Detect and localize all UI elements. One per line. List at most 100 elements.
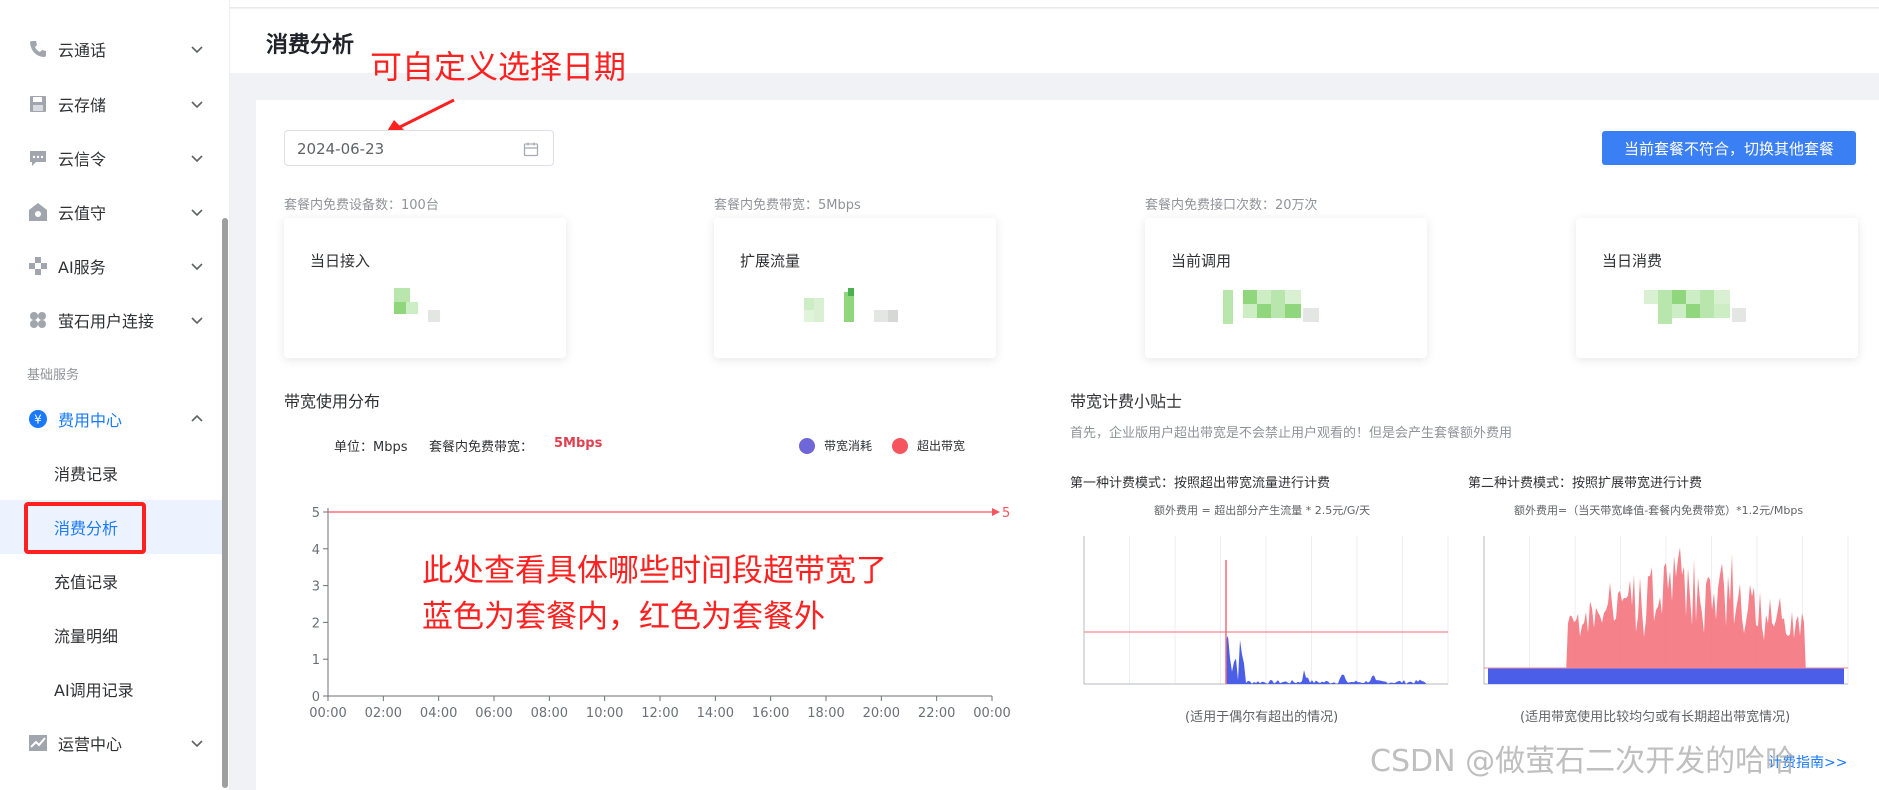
sidebar-item-cloud-signal[interactable]: 云信令 [0, 131, 224, 185]
message-icon [28, 148, 48, 168]
stat-card-current-calls: 当前调用 [1145, 218, 1427, 358]
tips-description: 首先，企业版用户超出带宽是不会禁止用户观看的！但是会产生套餐额外费用 [1070, 426, 1513, 441]
overflow-area [1488, 547, 1844, 684]
sidebar-item-cloud-storage[interactable]: 云存储 [0, 77, 224, 131]
y-tick-label: 5 [312, 506, 320, 521]
x-tick-label: 10:00 [586, 706, 623, 721]
chevron-down-icon [191, 46, 203, 54]
legend-dot [892, 437, 908, 454]
stat-card-title: 当日消费 [1602, 252, 1663, 270]
legend-item-overflow[interactable]: 超出带宽 [892, 437, 965, 454]
stat-card-extended-traffic: 扩展流量 [714, 218, 996, 358]
sidebar-item-label: 云存储 [58, 96, 107, 115]
annotation-line: 此处查看具体哪些时间段超带宽了 [422, 553, 887, 589]
sidebar-item-operations[interactable]: 运营中心 [0, 716, 224, 770]
x-tick-label: 12:00 [641, 706, 678, 721]
sidebar-scrollbar[interactable] [222, 218, 228, 788]
sidebar-subitem-label: 消费记录 [54, 465, 119, 484]
in-plan-area [1488, 668, 1844, 684]
bandwidth-area [1226, 635, 1426, 684]
legend-label: 带宽消耗 [824, 439, 873, 453]
unit-label: 单位：Mbps [334, 440, 408, 455]
chevron-down-icon [191, 209, 203, 217]
redacted-value [1644, 290, 1746, 324]
sidebar-subitem-recharge[interactable]: 充值记录 [0, 554, 224, 608]
mode1-caption: (适用于偶尔有超出的情况) [1185, 710, 1339, 725]
svg-text:¥: ¥ [34, 413, 42, 427]
redacted-value [804, 288, 898, 322]
x-tick-label: 02:00 [365, 706, 402, 721]
redacted-value [394, 288, 440, 322]
chevron-down-icon [191, 740, 203, 748]
sidebar-subitem-label: 充值记录 [54, 573, 119, 592]
top-bar [230, 0, 1879, 8]
quota-bandwidth: 套餐内免费带宽：5Mbps [714, 198, 861, 213]
legend-dot [799, 437, 815, 454]
sidebar-item-label: 运营中心 [58, 735, 123, 754]
stat-card-title: 扩展流量 [740, 252, 801, 270]
x-tick-label: 06:00 [475, 706, 512, 721]
sidebar-item-cloud-call[interactable]: 云通话 [0, 22, 224, 76]
sidebar-item-label: 萤石用户连接 [58, 312, 155, 331]
page-title: 消费分析 [266, 33, 355, 58]
y-tick-label: 3 [312, 580, 320, 595]
puzzle-icon [28, 256, 48, 276]
sidebar-item-label: 费用中心 [58, 411, 123, 430]
mode2-formula: 额外费用=（当天带宽峰值-套餐内免费带宽）*1.2元/Mbps [1514, 504, 1804, 517]
sidebar-item-ai-service[interactable]: AI服务 [0, 239, 224, 293]
legend-label: 超出带宽 [917, 439, 966, 453]
sidebar-item-label: AI服务 [58, 258, 106, 277]
floppy-disk-icon [28, 94, 48, 114]
y-tick-label: 0 [312, 690, 320, 705]
threshold-label: 5 [1002, 506, 1010, 521]
chevron-down-icon [191, 101, 203, 109]
stat-card-daily-spend: 当日消费 [1576, 218, 1858, 358]
chevron-down-icon [191, 155, 203, 163]
annotation-date-hint: 可自定义选择日期 [370, 48, 627, 86]
mode1-formula: 额外费用 = 超出部分产生流量 * 2.5元/G/天 [1154, 504, 1371, 517]
chevron-down-icon [191, 263, 203, 271]
clover-icon [28, 310, 48, 330]
sidebar-subitem-records[interactable]: 消费记录 [0, 446, 224, 500]
annotation-line: 蓝色为套餐内，红色为套餐外 [422, 599, 825, 635]
redacted-value [1223, 290, 1319, 324]
date-picker[interactable]: 2024-06-23 [284, 130, 554, 166]
stat-card-title: 当前调用 [1171, 252, 1232, 270]
tips-title: 带宽计费小贴士 [1070, 392, 1183, 411]
switch-plan-button[interactable]: 当前套餐不符合，切换其他套餐 [1602, 131, 1856, 165]
stat-card-access: 当日接入 [284, 218, 566, 358]
mode2-caption: (适用带宽使用比较均匀或有长期超出带宽情况) [1520, 710, 1791, 725]
mode2-title: 第二种计费模式：按照扩展带宽进行计费 [1468, 476, 1703, 491]
calendar-icon [523, 142, 539, 157]
bandwidth-section-title: 带宽使用分布 [284, 392, 381, 411]
home-shield-icon [28, 202, 48, 222]
chevron-up-icon [191, 414, 203, 422]
y-tick-label: 4 [312, 543, 320, 558]
sidebar-subitem-ai-calls[interactable]: AI调用记录 [0, 662, 224, 716]
free-bandwidth-label: 套餐内免费带宽： [429, 440, 534, 455]
watermark: CSDN @做萤石二次开发的哈哈 [1370, 744, 1796, 779]
sidebar-item-billing[interactable]: ¥ 费用中心 [0, 392, 224, 446]
stat-card-title: 当日接入 [310, 252, 371, 270]
mode1-title: 第一种计费模式：按照超出带宽流量进行计费 [1070, 476, 1331, 491]
x-tick-label: 20:00 [863, 706, 900, 721]
sidebar-item-label: 云值守 [58, 204, 107, 223]
highlight-box [24, 502, 146, 554]
quota-devices: 套餐内免费设备数：100台 [284, 198, 439, 213]
x-tick-label: 22:00 [918, 706, 955, 721]
sidebar-item-label: 云信令 [58, 150, 107, 169]
quota-api-calls: 套餐内免费接口次数：20万次 [1145, 198, 1318, 213]
free-bandwidth-value: 5Mbps [554, 436, 603, 451]
sidebar-item-user-connect[interactable]: 萤石用户连接 [0, 293, 224, 347]
sidebar-subitem-traffic[interactable]: 流量明细 [0, 608, 224, 662]
x-tick-label: 00:00 [973, 706, 1010, 721]
phone-icon [28, 39, 48, 59]
threshold-arrow [992, 508, 1000, 516]
legend-item-consumption[interactable]: 带宽消耗 [799, 437, 872, 454]
sidebar-subitem-label: AI调用记录 [54, 681, 134, 700]
y-tick-label: 1 [312, 653, 320, 668]
yen-circle-icon: ¥ [28, 409, 48, 429]
sidebar-subitem-label: 流量明细 [54, 627, 119, 646]
sidebar-item-cloud-guard[interactable]: 云值守 [0, 185, 224, 239]
x-tick-label: 16:00 [752, 706, 789, 721]
